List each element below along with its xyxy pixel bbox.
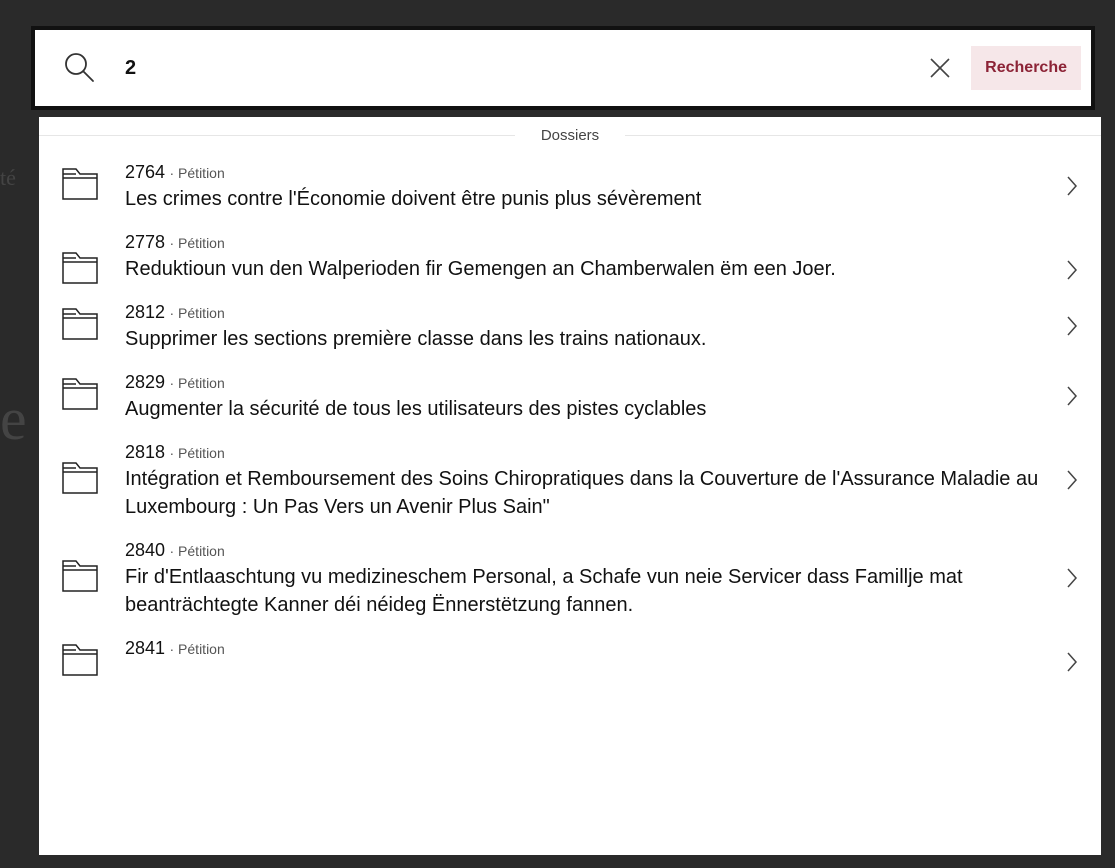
- chevron-right-icon: [1067, 176, 1078, 196]
- search-submit-button[interactable]: Recherche: [971, 46, 1081, 90]
- close-icon[interactable]: [925, 53, 955, 83]
- result-item[interactable]: 2778 · Pétition Reduktioun vun den Walpe…: [39, 223, 1101, 293]
- item-title: Les crimes contre l'Économie doivent êtr…: [125, 188, 702, 210]
- folder-icon: [62, 378, 98, 410]
- search-icon: [65, 53, 94, 82]
- item-number: 2840: [125, 540, 166, 560]
- item-number: 2764: [125, 162, 166, 182]
- result-item[interactable]: 2840 · Pétition Fir d'Entlaaschtung vu m…: [39, 531, 1101, 629]
- section-header: Dossiers: [39, 117, 1101, 153]
- search-input[interactable]: [123, 55, 926, 81]
- search-box: Recherche: [35, 30, 1091, 106]
- item-type: · Pétition: [169, 543, 225, 559]
- item-title: Fir d'Entlaaschtung vu medizineschem Per…: [125, 566, 963, 616]
- item-type: · Pétition: [169, 305, 225, 321]
- chevron-right-icon: [1067, 260, 1078, 280]
- item-title: Reduktioun vun den Walperioden fir Gemen…: [125, 258, 836, 280]
- item-number: 2812: [125, 302, 166, 322]
- backdrop-fragment: e: [0, 386, 27, 452]
- search-results-dropdown: Dossiers 2764 · Pétition Les crimes cont…: [39, 117, 1101, 855]
- item-title: Supprimer les sections première classe d…: [125, 328, 707, 350]
- item-title: Intégration et Remboursement des Soins C…: [125, 468, 1039, 518]
- result-item[interactable]: 2829 · Pétition Augmenter la sécurité de…: [39, 363, 1101, 433]
- result-item[interactable]: 2812 · Pétition Supprimer les sections p…: [39, 293, 1101, 363]
- search-bar: Recherche: [31, 26, 1095, 110]
- chevron-right-icon: [1067, 652, 1078, 672]
- item-type: · Pétition: [169, 235, 225, 251]
- item-type: · Pétition: [169, 445, 225, 461]
- folder-icon: [62, 560, 98, 592]
- result-item[interactable]: 2841 · Pétition: [39, 629, 1101, 676]
- folder-icon: [62, 462, 98, 494]
- folder-icon: [62, 252, 98, 284]
- chevron-right-icon: [1067, 316, 1078, 336]
- folder-icon: [62, 644, 98, 676]
- folder-icon: [62, 308, 98, 340]
- item-number: 2818: [125, 442, 166, 462]
- item-number: 2841: [125, 638, 166, 658]
- item-number: 2829: [125, 372, 166, 392]
- backdrop-fragment: té: [0, 165, 16, 190]
- item-type: · Pétition: [169, 165, 225, 181]
- item-type: · Pétition: [169, 375, 225, 391]
- result-item[interactable]: 2764 · Pétition Les crimes contre l'Écon…: [39, 153, 1101, 223]
- item-number: 2778: [125, 232, 166, 252]
- chevron-right-icon: [1067, 386, 1078, 406]
- folder-icon: [62, 168, 98, 200]
- chevron-right-icon: [1067, 568, 1078, 588]
- section-label: Dossiers: [514, 126, 626, 144]
- item-title: Augmenter la sécurité de tous les utilis…: [125, 398, 707, 420]
- item-type: · Pétition: [169, 641, 225, 657]
- chevron-right-icon: [1067, 470, 1078, 490]
- result-item[interactable]: 2818 · Pétition Intégration et Rembourse…: [39, 433, 1101, 531]
